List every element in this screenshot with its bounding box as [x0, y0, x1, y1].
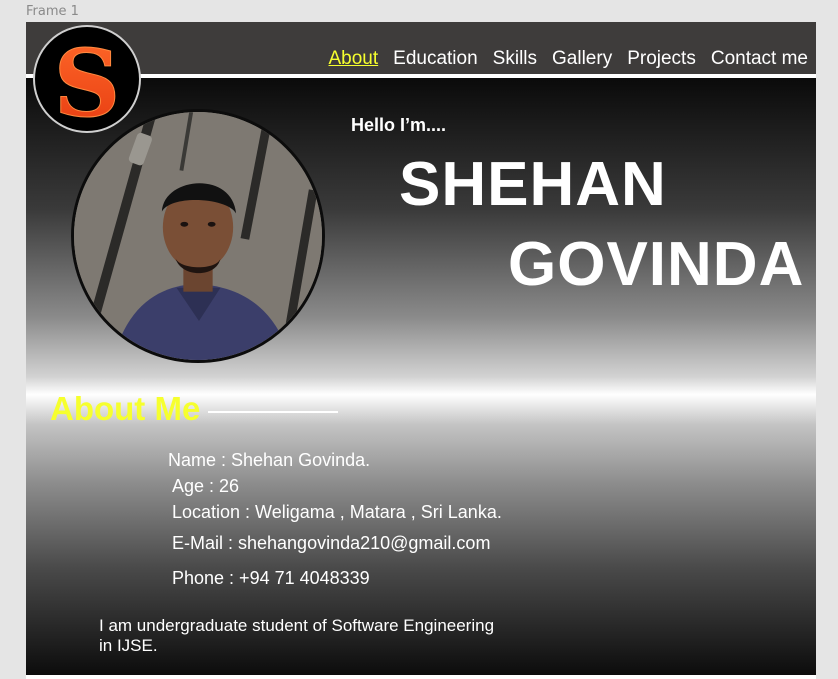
hero-greeting: Hello I’m....	[351, 115, 447, 135]
about-location: Location : Weligama , Matara , Sri Lanka…	[172, 502, 502, 522]
nav-about[interactable]: About	[329, 48, 379, 70]
bio-line-1: I am undergraduate student of Software E…	[99, 616, 495, 635]
frame-label: Frame 1	[26, 4, 79, 19]
nav-projects[interactable]: Projects	[627, 48, 696, 70]
about-heading: About Me	[50, 390, 201, 427]
bottom-divider	[26, 675, 816, 679]
about-heading-underline	[208, 411, 338, 413]
about-phone: Phone : +94 71 4048339	[172, 568, 370, 588]
nav-skills[interactable]: Skills	[493, 48, 537, 70]
about-age: Age : 26	[172, 476, 240, 496]
nav-education[interactable]: Education	[393, 48, 478, 70]
hero-first-name: SHEHAN	[399, 150, 667, 219]
about-name: Name : Shehan Govinda.	[168, 450, 371, 470]
main-nav: About Education Skills Gallery Projects …	[329, 48, 809, 70]
about-bio: I am undergraduate student of Software E…	[99, 616, 539, 656]
profile-photo	[71, 109, 325, 363]
logo-s-icon: S	[53, 28, 121, 131]
nav-gallery[interactable]: Gallery	[552, 48, 612, 70]
logo[interactable]: S	[33, 25, 141, 133]
nav-contact[interactable]: Contact me	[711, 48, 808, 70]
bio-line-2: in IJSE.	[99, 636, 158, 655]
portrait-image	[74, 112, 322, 360]
about-email: E-Mail : shehangovinda210@gmail.com	[172, 533, 491, 553]
portfolio-frame: About Education Skills Gallery Projects …	[26, 22, 816, 679]
logo-letter: S	[54, 29, 121, 131]
hero-last-name: GOVINDA	[508, 230, 805, 299]
